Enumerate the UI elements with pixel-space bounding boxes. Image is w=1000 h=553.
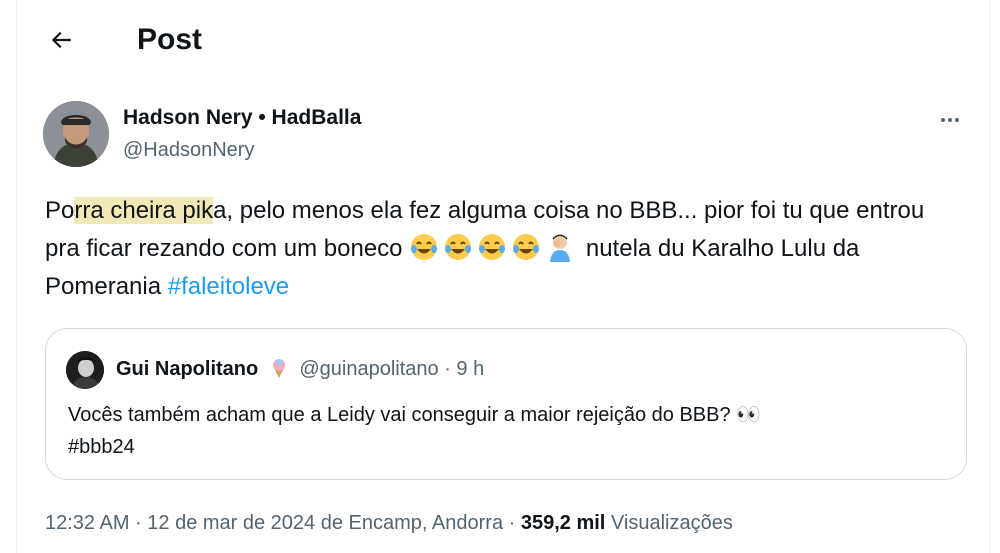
views-label: Visualizações	[605, 512, 733, 534]
avatar[interactable]	[43, 101, 109, 167]
more-dot-icon	[955, 118, 959, 122]
views-count: 359,2 mil	[520, 512, 606, 534]
more-dot-icon	[941, 118, 945, 122]
quoted-header: Gui Napolitano @guinapolitano · 9 h	[116, 355, 484, 383]
quoted-avatar[interactable]	[66, 351, 104, 389]
ice-cream-emoji	[272, 359, 285, 378]
quoted-text-line: #bbb24	[68, 436, 135, 458]
person-facepalm-emoji	[550, 234, 571, 262]
hashtag-link[interactable]: #faleitoleve	[168, 273, 289, 300]
quoted-text: Vocês também acham que a Leidy vai conse…	[68, 399, 948, 463]
quoted-display-name[interactable]: Gui Napolitano	[116, 358, 258, 380]
quoted-handle[interactable]: @guinapolitano	[299, 358, 438, 380]
post-detail-panel: Post Hadson Nery • HadBalla @HadsonNery …	[16, 0, 990, 553]
more-dot-icon	[948, 118, 952, 122]
quoted-text-line: Vocês também acham que a Leidy vai conse…	[68, 404, 762, 426]
author-display-name[interactable]: Hadson Nery • HadBalla	[123, 104, 361, 132]
back-button[interactable]	[43, 22, 79, 58]
quoted-time[interactable]: 9 h	[456, 358, 484, 380]
more-options-button[interactable]	[933, 106, 967, 134]
meta-separator: ·	[438, 358, 457, 380]
page-title: Post	[137, 23, 203, 56]
tweet-text: Porra cheira pika, pelo menos ela fez al…	[45, 192, 965, 306]
avatar-photo	[43, 101, 109, 167]
post-timestamp[interactable]: 12:32 AM · 12 de mar de 2024 de Encamp, …	[45, 512, 521, 534]
post-header: Post	[17, 0, 989, 80]
author-info: Hadson Nery • HadBalla @HadsonNery	[123, 104, 361, 164]
tweet-text-highlight: rra cheira pik	[74, 197, 214, 224]
arrow-left-icon	[51, 31, 71, 49]
laughing-crying-emoji	[411, 234, 438, 260]
laughing-crying-emoji	[445, 234, 472, 260]
quoted-avatar-photo	[66, 351, 104, 389]
quoted-tweet[interactable]: Gui Napolitano @guinapolitano · 9 h Você…	[45, 328, 967, 480]
laughing-crying-emoji	[479, 234, 506, 260]
post-metadata: 12:32 AM · 12 de mar de 2024 de Encamp, …	[45, 508, 733, 538]
laughing-crying-emoji	[513, 234, 540, 260]
tweet-text-part: Po	[45, 197, 75, 224]
author-handle[interactable]: @HadsonNery	[123, 136, 361, 164]
